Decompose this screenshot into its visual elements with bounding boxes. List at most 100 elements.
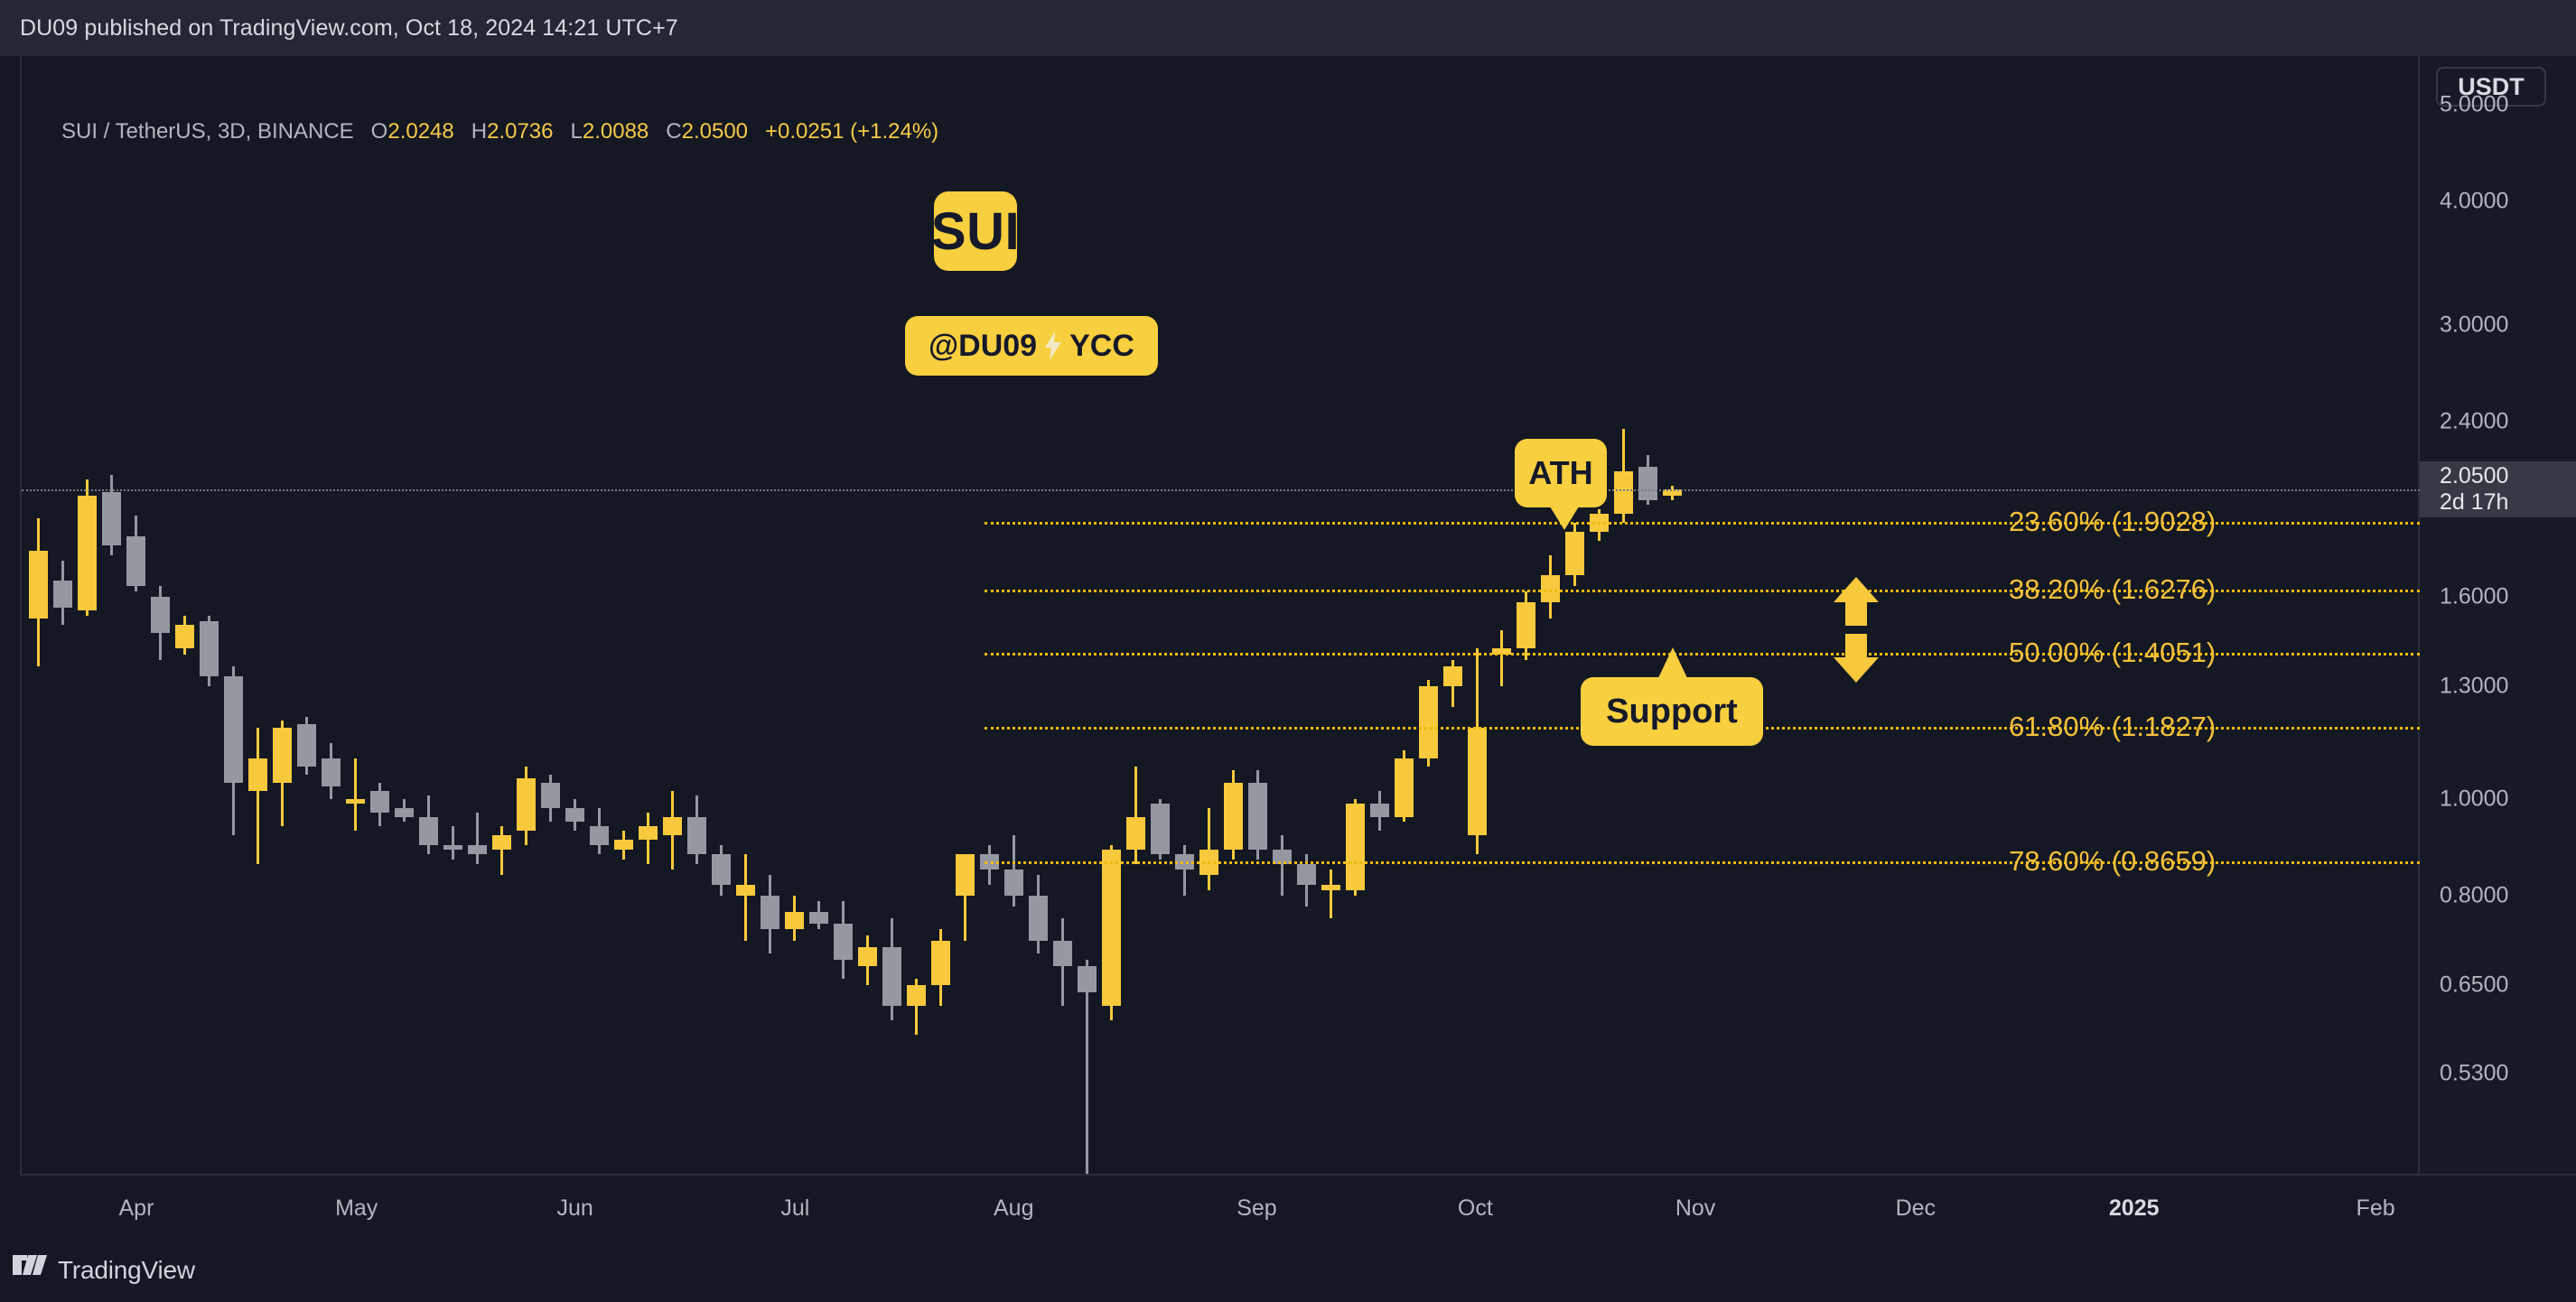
price-tick-label: 0.8000: [2440, 882, 2509, 908]
bar-countdown: 2d 17h: [2440, 489, 2509, 516]
chart-pane[interactable]: 23.60% (1.9028) 38.20% (1.6276) 50.00% (1.…: [20, 56, 2420, 1174]
price-tick-label: 0.5300: [2440, 1060, 2509, 1086]
price-tick-label: 1.6000: [2440, 583, 2509, 609]
candle-body: [78, 496, 97, 610]
candle-body: [1053, 941, 1072, 966]
candle-body: [1468, 728, 1487, 836]
candle-wick: [1330, 870, 1332, 918]
candle-body: [1614, 470, 1633, 514]
candle-body: [443, 844, 462, 851]
fib-level-label: 50.00% (1.4051): [2009, 636, 2217, 668]
legend-high-label: H: [471, 119, 488, 144]
price-tick-label: 1.0000: [2440, 786, 2509, 812]
candle-wick: [1281, 835, 1283, 897]
time-axis[interactable]: Apr May Jun Jul Aug Sep Oct Nov Dec 2025 Feb: [20, 1174, 2576, 1248]
candle-body: [151, 596, 170, 634]
legend-symbol[interactable]: SUI / TetherUS, 3D, BINANCE: [61, 119, 354, 144]
candle-body: [541, 782, 560, 809]
time-tick-label: 2025: [2108, 1195, 2160, 1221]
candle-body: [1321, 885, 1340, 891]
candle-wick: [744, 854, 747, 942]
candle-body: [517, 778, 536, 832]
channel-name: YCC: [1069, 328, 1134, 363]
candle-body: [200, 621, 219, 677]
candle-wick: [1134, 766, 1137, 865]
support-label: Support: [1606, 692, 1738, 730]
ath-pointer-icon: [1550, 507, 1579, 530]
candle-body: [1419, 685, 1438, 758]
tradingview-logo: TradingView: [13, 1255, 195, 1285]
candle-body: [1004, 870, 1023, 897]
candle-body: [1151, 804, 1170, 855]
time-tick-label: Jul: [780, 1195, 810, 1221]
candle-body: [370, 790, 389, 813]
candle-body: [1370, 804, 1389, 817]
candle-body: [395, 808, 414, 817]
legend-open-label: O: [370, 119, 388, 144]
candle-body: [614, 840, 633, 851]
candle-body: [1248, 782, 1267, 851]
candle-body: [1102, 850, 1121, 1006]
legend-low-value: 2.0088: [582, 119, 649, 144]
support-pointer-icon: [1657, 647, 1688, 680]
candle-body: [53, 581, 72, 608]
candle-body: [1517, 601, 1535, 648]
attribution-bar: DU09 published on TradingView.com, Oct 1…: [0, 0, 2576, 56]
candle-body: [1346, 804, 1365, 891]
current-price-badge: 2.0500 2d 17h: [2420, 461, 2576, 518]
arrow-down-icon: [1831, 632, 1881, 689]
candle-body: [687, 816, 706, 855]
candle-body: [565, 808, 584, 822]
price-tick-label: 3.0000: [2440, 312, 2509, 338]
legend-open-value: 2.0248: [387, 119, 454, 144]
support-annotation: Support: [1581, 677, 1763, 746]
candle-body: [1565, 531, 1584, 576]
price-tick-label: 5.0000: [2440, 91, 2509, 117]
fib-level-label: 78.60% (0.8659): [2009, 845, 2217, 878]
candle-body: [126, 535, 145, 586]
candle-wick: [452, 825, 454, 860]
price-tick-label: 2.4000: [2440, 408, 2509, 434]
candle-body: [419, 816, 438, 845]
fib-level-label: 61.80% (1.1827): [2009, 711, 2217, 743]
lightning-bolt-icon: [1043, 331, 1063, 360]
author-handle-badge: @DU09 YCC: [905, 316, 1158, 376]
candle-body: [1297, 864, 1316, 886]
ath-label: ATH: [1528, 454, 1593, 491]
candle-body: [590, 825, 609, 845]
candle-body: [29, 550, 48, 619]
time-tick-label: Feb: [2356, 1195, 2395, 1221]
tradingview-chart-screenshot: DU09 published on TradingView.com, Oct 1…: [0, 0, 2576, 1302]
fib-level-label: 38.20% (1.6276): [2009, 572, 2217, 605]
candle-body: [248, 758, 267, 791]
price-tick-label: 0.6500: [2440, 972, 2509, 998]
candle-body: [1224, 782, 1243, 851]
candle-wick: [354, 758, 357, 832]
price-tick-label: 4.0000: [2440, 188, 2509, 214]
ath-annotation: ATH: [1515, 439, 1607, 507]
candle-body: [956, 854, 975, 897]
fib-level-label: 23.60% (1.9028): [2009, 505, 2217, 537]
candle-wick: [500, 825, 503, 875]
legend-low-label: L: [570, 119, 583, 144]
candle-body: [809, 912, 828, 924]
time-tick-label: Sep: [1237, 1195, 1277, 1221]
tradingview-mark-icon: [13, 1255, 47, 1285]
candle-body: [1395, 758, 1414, 817]
candle-body: [322, 758, 341, 787]
candle-body: [1443, 666, 1462, 686]
time-tick-label: Jun: [556, 1195, 593, 1221]
candle-body: [736, 885, 755, 897]
price-axis[interactable]: USDT 5.0000 4.0000 3.0000 2.4000 1.6000 1.300…: [2418, 56, 2576, 1174]
time-tick-label: Apr: [118, 1195, 154, 1221]
candle-wick: [476, 812, 479, 865]
candle-wick: [1500, 630, 1503, 686]
candle-body: [858, 947, 877, 966]
chart-canvas[interactable]: 23.60% (1.9028) 38.20% (1.6276) 50.00% (1.…: [22, 56, 2420, 1174]
candle-body: [492, 835, 511, 851]
chart-legend[interactable]: SUI / TetherUS, 3D, BINANCE O 2.0248 H 2.0…: [61, 119, 938, 144]
candle-body: [175, 624, 194, 648]
time-tick-label: Aug: [993, 1195, 1034, 1221]
candle-body: [297, 724, 316, 767]
sui-logo-badge: SUI: [931, 191, 1020, 271]
